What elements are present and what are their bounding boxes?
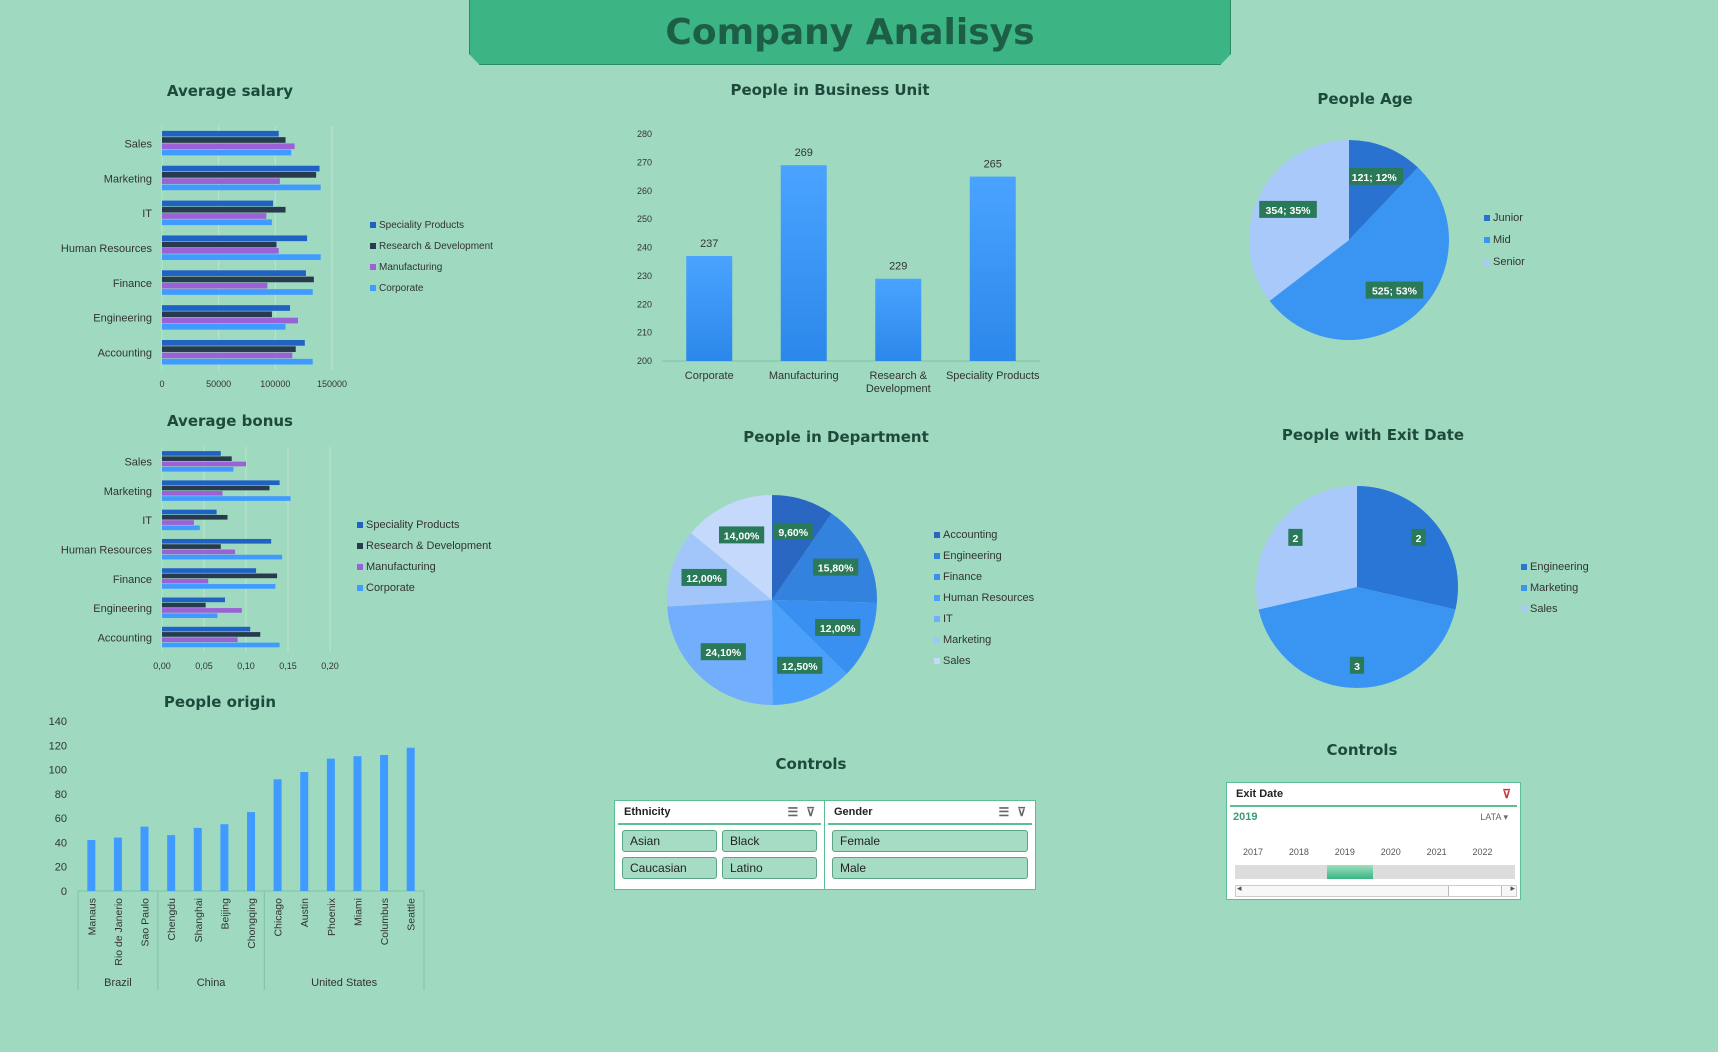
category-label: Shanghai [193,898,205,942]
controls-left-title: Controls [775,755,847,773]
bar [326,758,335,891]
controls-right-title: Controls [1326,741,1398,759]
gender-option-female[interactable]: Female [832,830,1028,852]
category-label: Rio de Janerio [113,898,125,966]
category-label: Phoenix [326,897,338,936]
clear-filter-icon[interactable]: ⊽ [1017,805,1026,819]
gender-slicer: Gender ☰ ⊽ Female Male [824,800,1036,890]
clear-filter-icon[interactable]: ⊽ [806,805,815,819]
clear-filter-icon[interactable]: ⊽ [1502,787,1511,801]
category-label: Austin [299,898,311,927]
y-tick-label: 120 [49,740,67,752]
timeline-year-label[interactable]: 2020 [1381,847,1401,857]
bar [140,826,149,891]
category-label: Seattle [406,898,418,931]
category-label: Beijing [219,898,231,930]
group-label: Brazil [104,977,132,989]
timeline-selected-year: 2019 [1233,811,1258,823]
category-label: Chicago [273,898,285,937]
y-tick-label: 100 [49,765,67,777]
category-label: Miami [352,898,364,926]
data-label: 2 [1416,533,1422,545]
timeline-level-dropdown[interactable]: LATA ▾ [1480,812,1508,823]
timeline-year-label[interactable]: 2019 [1335,847,1355,857]
ethnicity-option-black[interactable]: Black [722,830,817,852]
category-label: Manaus [86,898,98,935]
multi-select-icon[interactable]: ☰ [787,805,798,819]
bar [300,772,309,891]
bar [353,756,362,891]
legend-swatch [1521,564,1527,570]
bar [193,827,202,891]
legend-label: Sales [1530,603,1558,615]
ethnicity-slicer-label: Ethnicity [624,806,671,818]
bar [406,747,415,891]
y-tick-label: 40 [55,837,67,849]
group-label: United States [311,977,378,989]
bar [87,840,96,891]
timeline-scrollbar[interactable]: ◂ ▸ [1235,883,1517,897]
y-tick-label: 0 [61,886,67,898]
y-tick-label: 20 [55,862,67,874]
timeline-year-label[interactable]: 2018 [1289,847,1309,857]
timeline-year-label[interactable]: 2017 [1243,847,1263,857]
multi-select-icon[interactable]: ☰ [998,805,1009,819]
exit-date-timeline: Exit Date ⊽ 2019 LATA ▾ 2017 2018 2019 2020… [1226,782,1521,900]
timeline-selection[interactable] [1326,865,1373,879]
data-label: 3 [1354,661,1360,673]
legend-label: Engineering [1530,561,1589,573]
legend-swatch [1521,585,1527,591]
scrollbar-thumb[interactable] [1448,886,1502,896]
y-tick-label: 80 [55,789,67,801]
scroll-right-icon[interactable]: ▸ [1510,883,1515,894]
timeline-year-label[interactable]: 2022 [1473,847,1493,857]
timeline-track[interactable] [1235,865,1515,879]
ethnicity-slicer: Ethnicity ☰ ⊽ Asian Black Caucasian Lati… [614,800,825,890]
category-label: Chengdu [166,898,178,941]
gender-option-male[interactable]: Male [832,857,1028,879]
bar [247,812,255,891]
legend-swatch [1521,606,1527,612]
gender-slicer-header: Gender ☰ ⊽ [828,801,1032,825]
bar [220,824,229,891]
y-tick-label: 60 [55,813,67,825]
category-label: Sao Paulo [140,898,152,947]
people-exit-chart: 2 Engineering 3 Marketing 2 Sales [1255,486,1589,689]
data-label: 2 [1292,533,1298,545]
scroll-left-icon[interactable]: ◂ [1237,883,1242,894]
exit-date-header: Exit Date ⊽ [1230,783,1517,807]
ethnicity-option-caucasian[interactable]: Caucasian [622,857,717,879]
bar [273,779,282,891]
timeline-level-label: LATA [1480,812,1501,822]
category-label: Chongqing [246,898,258,949]
bar [380,755,389,891]
bar [167,835,176,891]
legend-label: Marketing [1530,582,1578,594]
gender-slicer-label: Gender [834,806,873,818]
ethnicity-slicer-header: Ethnicity ☰ ⊽ [618,801,821,825]
exit-date-label: Exit Date [1236,788,1284,800]
ethnicity-option-asian[interactable]: Asian [622,830,717,852]
category-label: Columbus [379,898,391,945]
bar [113,837,122,891]
timeline-year-label[interactable]: 2021 [1427,847,1447,857]
ethnicity-option-latino[interactable]: Latino [722,857,817,879]
timeline-body: 2019 LATA ▾ 2017 2018 2019 2020 2021 2022 ◂ ▸ [1227,807,1520,897]
group-label: China [197,977,227,989]
